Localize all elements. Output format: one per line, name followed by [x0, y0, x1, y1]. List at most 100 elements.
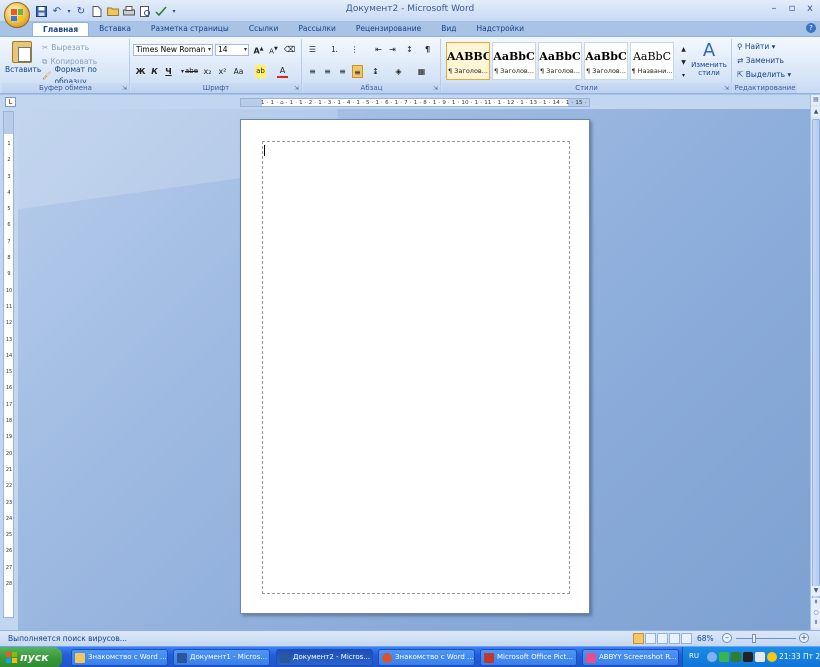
styles-more-icon[interactable]: ▾	[678, 69, 689, 82]
italic-button[interactable]: К	[149, 65, 160, 78]
underline-button[interactable]: Ч	[163, 65, 174, 78]
scroll-thumb[interactable]	[812, 119, 820, 599]
tab-insert[interactable]: Вставка	[89, 22, 141, 36]
network-icon[interactable]	[707, 652, 717, 662]
browse-object-icon[interactable]: ○	[811, 608, 820, 618]
styles-scroll-up-icon[interactable]: ▲	[678, 43, 689, 56]
print-layout-view-icon[interactable]	[633, 633, 644, 644]
taskbar-button[interactable]: ABBYY Screenshot R...	[582, 649, 679, 666]
scroll-down-icon[interactable]: ▼	[811, 586, 820, 596]
draft-view-icon[interactable]	[681, 633, 692, 644]
tab-mailings[interactable]: Рассылки	[288, 22, 346, 36]
tab-add-ins[interactable]: Надстройки	[466, 22, 534, 36]
decrease-indent-icon[interactable]: ⇤	[373, 43, 384, 56]
style-tile[interactable]: AABBC ¶ Заголов...	[446, 42, 490, 80]
change-case-button[interactable]: Aa	[233, 65, 244, 78]
shrink-font-button[interactable]: A▼	[268, 43, 279, 56]
styles-scroll-down-icon[interactable]: ▼	[678, 56, 689, 69]
clipboard-group: Вставить ✂ Вырезать ⧉ Копировать 🖌 Форма…	[2, 39, 130, 93]
tab-page-layout[interactable]: Разметка страницы	[141, 22, 239, 36]
dialog-launcher-icon[interactable]: ⇲	[294, 85, 299, 92]
language-indicator[interactable]: RU	[689, 652, 699, 660]
vertical-scrollbar[interactable]: ▤ ▲ ▼ ⇞ ○ ⇟	[810, 95, 820, 630]
zoom-out-button[interactable]: –	[722, 633, 732, 643]
bold-button[interactable]: Ж	[135, 65, 146, 78]
align-left-icon[interactable]: ≡	[307, 65, 318, 78]
dialog-launcher-icon[interactable]: ⇲	[433, 85, 438, 92]
next-page-icon[interactable]: ⇟	[811, 618, 820, 628]
close-button[interactable]: x	[804, 3, 816, 15]
web-layout-icon[interactable]	[657, 633, 668, 644]
help-icon[interactable]: ?	[806, 23, 816, 33]
show-marks-icon[interactable]: ¶	[422, 43, 433, 56]
style-tile[interactable]: AaBbC ¶ Заголов...	[584, 42, 628, 80]
line-spacing-icon[interactable]: ↨	[370, 65, 381, 78]
antivirus-icon[interactable]	[719, 652, 729, 662]
bullets-icon[interactable]: ☰	[307, 43, 318, 56]
tab-view[interactable]: Вид	[431, 22, 466, 36]
document-page[interactable]	[240, 119, 590, 614]
taskbar-button[interactable]: Знакомство с Word ...	[378, 649, 475, 666]
horizontal-ruler[interactable]: 1 · 1 · ⌂ · 1 · 1 · 2 · 1 · 3 · 1 · 4 · …	[240, 98, 590, 107]
subscript-button[interactable]: x₂	[202, 65, 213, 78]
style-tile[interactable]: AaBbC ¶ Названи...	[630, 42, 674, 80]
zoom-in-button[interactable]: +	[799, 633, 809, 643]
font-size-select[interactable]: 14 ▾	[215, 44, 249, 56]
security-icon[interactable]	[731, 652, 741, 662]
minimize-button[interactable]: –	[768, 3, 780, 15]
highlight-button[interactable]: ab	[255, 65, 266, 78]
style-tile[interactable]: AaBbC ¶ Заголов...	[492, 42, 536, 80]
ruler-number: 1	[7, 141, 11, 147]
taskbar-button[interactable]: Microsoft Office Pict...	[480, 649, 577, 666]
tab-review[interactable]: Рецензирование	[346, 22, 431, 36]
font-name-select[interactable]: Times New Roman ▾	[133, 44, 213, 56]
start-button[interactable]: пуск	[0, 647, 62, 667]
change-styles-button[interactable]: A Изменить стили	[690, 41, 728, 81]
taskbar-button[interactable]: Документ1 - Micros...	[173, 649, 270, 666]
zoom-level[interactable]: 68%	[697, 634, 714, 643]
shading-icon[interactable]: ◈	[393, 65, 404, 78]
borders-icon[interactable]: ▦	[416, 65, 427, 78]
previous-page-icon[interactable]: ⇞	[811, 598, 820, 608]
tab-selector-icon[interactable]: L	[5, 97, 16, 107]
volume-icon[interactable]	[755, 652, 765, 662]
cut-button[interactable]: ✂ Вырезать	[42, 42, 89, 54]
outline-view-icon[interactable]	[669, 633, 680, 644]
taskbar-button[interactable]: Знакомство с Word ...	[71, 649, 168, 666]
update-icon[interactable]	[767, 652, 777, 662]
replace-button[interactable]: ⇄ Заменить	[737, 55, 784, 67]
taskbar-button[interactable]: Документ2 - Micros...	[276, 649, 373, 666]
justify-icon[interactable]: ≡	[352, 65, 363, 78]
strikethrough-button[interactable]: abe	[185, 65, 198, 78]
select-button[interactable]: ⇱ Выделить ▾	[737, 69, 791, 81]
font-color-button[interactable]: A	[277, 65, 288, 78]
tab-references[interactable]: Ссылки	[239, 22, 288, 36]
dialog-launcher-icon[interactable]: ⇲	[122, 85, 127, 92]
zoom-slider-thumb[interactable]	[752, 634, 756, 643]
dialog-launcher-icon[interactable]: ⇲	[724, 85, 729, 92]
superscript-button[interactable]: x²	[217, 65, 228, 78]
increase-indent-icon[interactable]: ⇥	[387, 43, 398, 56]
ruler-toggle-icon[interactable]: ▤	[811, 95, 820, 105]
office-button[interactable]	[4, 2, 30, 28]
find-button[interactable]: ⚲ Найти ▾	[737, 41, 775, 53]
clock[interactable]: 21:33 Пт 2	[779, 652, 820, 661]
monitor-icon[interactable]	[743, 652, 753, 662]
restore-button[interactable]: ▫	[786, 3, 798, 15]
align-center-icon[interactable]: ≡	[322, 65, 333, 78]
zoom-slider[interactable]	[736, 638, 796, 639]
grow-font-button[interactable]: A▲	[253, 43, 264, 56]
sort-icon[interactable]: ↕	[404, 43, 415, 56]
paste-button[interactable]: Вставить	[5, 41, 41, 81]
multilevel-list-icon[interactable]: ⋮	[349, 43, 360, 56]
align-right-icon[interactable]: ≡	[337, 65, 348, 78]
scroll-up-icon[interactable]: ▲	[811, 107, 820, 117]
tab-home[interactable]: Главная	[32, 22, 90, 36]
full-screen-reading-icon[interactable]	[645, 633, 656, 644]
style-tile[interactable]: AaBbC ¶ Заголов...	[538, 42, 582, 80]
cursor-icon: ⇱	[737, 70, 744, 79]
vertical-ruler[interactable]: 1 2 3 4 5 6 7 8 9 10 11 12 13 14 15 16 17 18 19 20 21 22 23 24 2…	[3, 111, 14, 618]
numbering-icon[interactable]: ⒈	[329, 43, 340, 56]
format-painter-button[interactable]: 🖌 Формат по образцу	[42, 65, 129, 86]
clear-formatting-icon[interactable]: ⌫	[284, 43, 295, 56]
